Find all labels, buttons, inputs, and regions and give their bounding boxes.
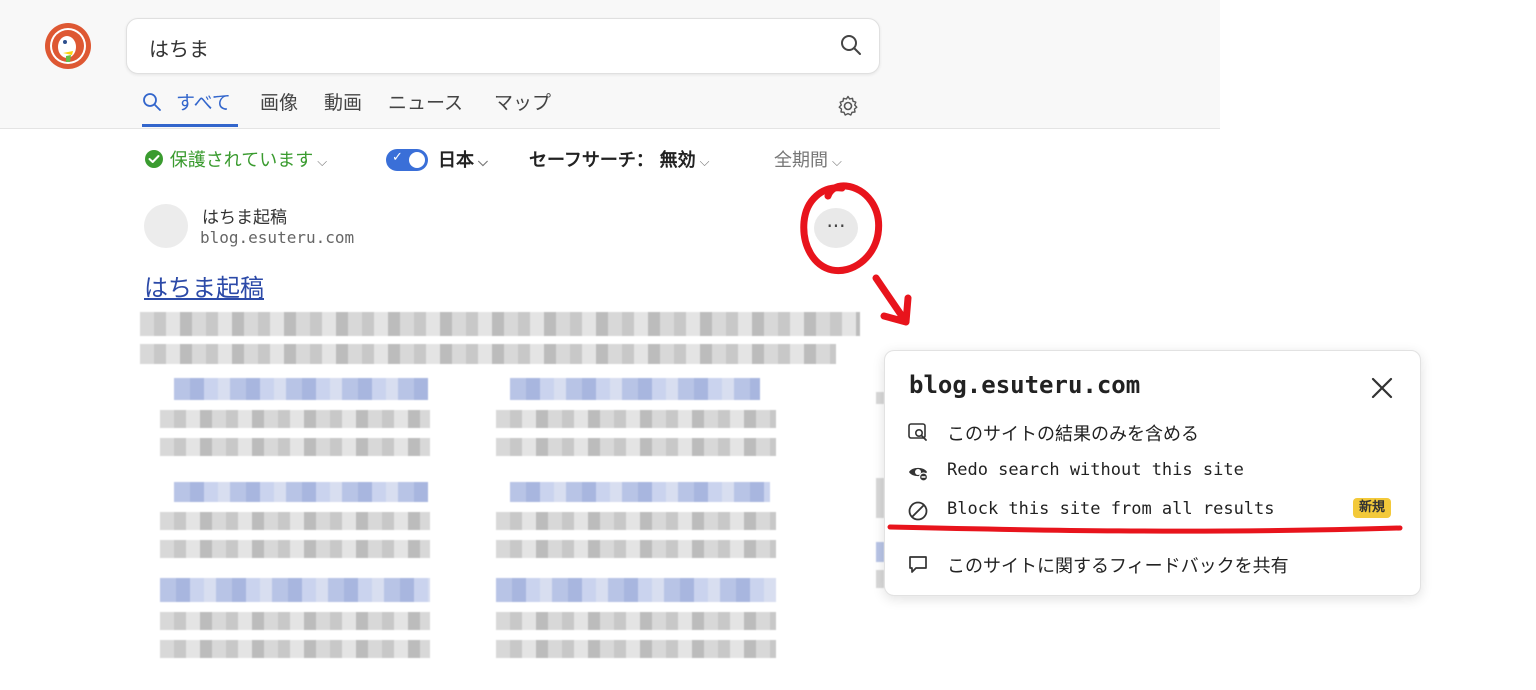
site-favicon [144, 204, 188, 248]
new-badge: 新規 [1353, 498, 1392, 518]
duckduckgo-logo[interactable] [44, 22, 92, 70]
tab-videos[interactable]: 動画 [324, 88, 362, 115]
safe-search-value: 無効 [659, 150, 696, 171]
chevron-down-icon: ⌵ [478, 155, 488, 170]
comment-icon [909, 556, 927, 573]
block-icon [908, 501, 928, 521]
eye-slash-icon [909, 467, 929, 482]
tab-maps[interactable]: マップ [494, 88, 551, 115]
search-icon[interactable] [839, 33, 863, 57]
toggle-knob [409, 152, 425, 168]
tab-all[interactable]: すべて [176, 88, 231, 115]
annotation-arrow [872, 274, 912, 326]
close-icon[interactable] [1369, 375, 1395, 401]
menu-item-label: Redo search without this site [947, 460, 1244, 480]
menu-item-label: このサイトに関するフィードバックを共有 [947, 556, 1289, 577]
check-circle-icon [145, 150, 163, 168]
popup-title: blog.esuteru.com [909, 371, 1141, 399]
tab-active-indicator [142, 124, 238, 127]
region-label: 日本 [438, 150, 474, 171]
safe-search-label: セーフサーチ： [529, 150, 654, 171]
time-filter[interactable]: 全期間 ⌵ [774, 146, 842, 172]
check-icon: ✓ [392, 150, 403, 165]
time-label: 全期間 [774, 150, 828, 171]
tab-news[interactable]: ニュース [388, 88, 463, 115]
chevron-down-icon: ⌵ [699, 155, 710, 170]
search-box[interactable]: はちま [126, 18, 880, 74]
result-more-button[interactable]: ··· [814, 208, 858, 248]
menu-item-label: このサイトの結果のみを含める [947, 424, 1199, 445]
safe-search-filter[interactable]: セーフサーチ： 無効 ⌵ [529, 146, 710, 172]
protection-filter[interactable]: 保護されています ⌵ [144, 146, 327, 172]
site-search-icon [908, 423, 927, 441]
chevron-down-icon: ⌵ [832, 155, 842, 170]
search-input[interactable]: はちま [149, 33, 209, 62]
tab-images[interactable]: 画像 [260, 88, 298, 115]
result-url[interactable]: blog.esuteru.com [200, 228, 354, 247]
region-toggle[interactable]: ✓ [386, 149, 428, 171]
result-site-name[interactable]: はちま起稿 [202, 203, 287, 228]
chevron-down-icon: ⌵ [317, 155, 328, 170]
search-icon [143, 93, 161, 111]
menu-item-label: Block this site from all results [947, 499, 1275, 519]
protection-label: 保護されています [169, 150, 314, 171]
result-title-link[interactable]: はちま起稿 [144, 268, 264, 303]
region-filter[interactable]: 日本 ⌵ [438, 146, 488, 172]
site-options-popup: blog.esuteru.com このサイトの結果のみを含める Redo sea… [884, 350, 1421, 596]
gear-icon[interactable] [836, 94, 860, 118]
